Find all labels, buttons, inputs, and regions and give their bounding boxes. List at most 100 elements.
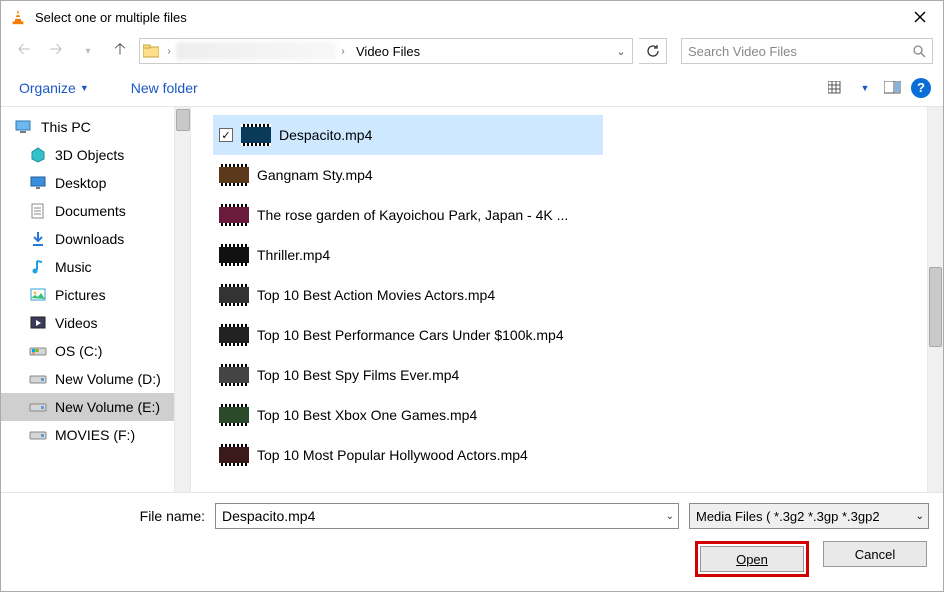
- file-name: Top 10 Best Performance Cars Under $100k…: [257, 327, 564, 343]
- video-thumbnail-icon: [219, 404, 249, 426]
- filename-input[interactable]: Despacito.mp4 ⌄: [215, 503, 679, 529]
- file-row[interactable]: Top 10 Best Performance Cars Under $100k…: [213, 315, 927, 355]
- folder-icon: [29, 202, 47, 220]
- file-row[interactable]: Top 10 Best Xbox One Games.mp4: [213, 395, 927, 435]
- file-name: Top 10 Most Popular Hollywood Actors.mp4: [257, 447, 528, 463]
- sidebar-item[interactable]: New Volume (E:): [1, 393, 190, 421]
- new-folder-button[interactable]: New folder: [125, 76, 204, 100]
- sidebar-item[interactable]: Downloads: [1, 225, 190, 253]
- file-open-dialog: Select one or multiple files 🡠 🡢 ▾ 🡡 › ›…: [0, 0, 944, 592]
- sidebar-item-label: 3D Objects: [55, 147, 124, 163]
- sidebar-item-label: Music: [55, 259, 92, 275]
- refresh-button[interactable]: [639, 38, 667, 64]
- preview-pane-button[interactable]: [879, 76, 907, 100]
- chevron-down-icon[interactable]: ⌄: [666, 511, 674, 522]
- sidebar-item-label: MOVIES (F:): [55, 427, 135, 443]
- nav-sidebar: This PC 3D Objects Desktop Documents Downloa…: [1, 107, 191, 492]
- scrollbar-thumb[interactable]: [176, 109, 190, 131]
- sidebar-item[interactable]: Music: [1, 253, 190, 281]
- sidebar-item-label: New Volume (E:): [55, 399, 160, 415]
- view-options-button[interactable]: [823, 76, 851, 100]
- video-thumbnail-icon: [241, 124, 271, 146]
- video-thumbnail-icon: [219, 204, 249, 226]
- pc-icon: [15, 118, 33, 136]
- folder-icon: [29, 314, 47, 332]
- folder-icon: [140, 44, 162, 58]
- back-button[interactable]: 🡠: [11, 38, 37, 64]
- cancel-button[interactable]: Cancel: [823, 541, 927, 567]
- path-segment-hidden: [176, 42, 336, 60]
- help-button[interactable]: ?: [911, 78, 931, 98]
- search-placeholder: Search Video Files: [688, 44, 912, 59]
- folder-icon: [29, 342, 47, 360]
- file-name: Thriller.mp4: [257, 247, 330, 263]
- sidebar-item-this-pc[interactable]: This PC: [1, 113, 190, 141]
- sidebar-item-label: Videos: [55, 315, 98, 331]
- sidebar-item-label: Desktop: [55, 175, 106, 191]
- sidebar-item[interactable]: Videos: [1, 309, 190, 337]
- video-thumbnail-icon: [219, 364, 249, 386]
- file-row[interactable]: Gangnam Sty.mp4: [213, 155, 927, 195]
- file-row[interactable]: The rose garden of Kayoichou Park, Japan…: [213, 195, 927, 235]
- folder-icon: [29, 370, 47, 388]
- video-thumbnail-icon: [219, 444, 249, 466]
- window-title: Select one or multiple files: [35, 10, 897, 25]
- sidebar-item[interactable]: 3D Objects: [1, 141, 190, 169]
- address-dropdown[interactable]: ⌄: [610, 45, 632, 58]
- video-thumbnail-icon: [219, 284, 249, 306]
- filename-label: File name:: [15, 508, 205, 524]
- organize-menu[interactable]: Organize▼: [13, 76, 95, 100]
- file-row[interactable]: Top 10 Most Popular Hollywood Actors.mp4: [213, 435, 927, 475]
- close-button[interactable]: [897, 1, 943, 33]
- sidebar-item[interactable]: Desktop: [1, 169, 190, 197]
- file-list-pane: ✓ Despacito.mp4 Gangnam Sty.mp4 The rose ga…: [191, 107, 943, 492]
- folder-icon: [29, 426, 47, 444]
- sidebar-scrollbar[interactable]: [174, 107, 190, 492]
- sidebar-item-label: Documents: [55, 203, 126, 219]
- sidebar-item[interactable]: New Volume (D:): [1, 365, 190, 393]
- breadcrumb-current[interactable]: Video Files: [350, 44, 426, 59]
- recent-dropdown[interactable]: ▾: [75, 38, 101, 64]
- search-input[interactable]: Search Video Files: [681, 38, 933, 64]
- sidebar-item-label: Downloads: [55, 231, 124, 247]
- chevron-right-icon: ›: [336, 46, 350, 57]
- titlebar: Select one or multiple files: [1, 1, 943, 33]
- toolbar: Organize▼ New folder ▼ ?: [1, 69, 943, 107]
- sidebar-item[interactable]: Documents: [1, 197, 190, 225]
- vlc-icon: [9, 8, 27, 26]
- filetype-filter[interactable]: Media Files ( *.3g2 *.3gp *.3gp2 ⌄: [689, 503, 929, 529]
- sidebar-item[interactable]: MOVIES (F:): [1, 421, 190, 449]
- video-thumbnail-icon: [219, 244, 249, 266]
- sidebar-item-label: This PC: [41, 119, 91, 135]
- up-button[interactable]: 🡡: [107, 38, 133, 64]
- file-row[interactable]: Thriller.mp4: [213, 235, 927, 275]
- open-highlight: Open: [695, 541, 809, 577]
- sidebar-item[interactable]: OS (C:): [1, 337, 190, 365]
- filepane-scrollbar[interactable]: [927, 107, 943, 492]
- address-bar[interactable]: › › Video Files ⌄: [139, 38, 633, 64]
- file-row[interactable]: ✓ Despacito.mp4: [213, 115, 603, 155]
- file-name: Top 10 Best Spy Films Ever.mp4: [257, 367, 459, 383]
- sidebar-item-label: OS (C:): [55, 343, 102, 359]
- file-row[interactable]: Top 10 Best Action Movies Actors.mp4: [213, 275, 927, 315]
- scrollbar-thumb[interactable]: [929, 267, 942, 347]
- nav-row: 🡠 🡢 ▾ 🡡 › › Video Files ⌄ Search Video F…: [1, 33, 943, 69]
- folder-icon: [29, 398, 47, 416]
- forward-button[interactable]: 🡢: [43, 38, 69, 64]
- folder-icon: [29, 230, 47, 248]
- chevron-right-icon: ›: [162, 46, 176, 57]
- view-dropdown[interactable]: ▼: [851, 76, 879, 100]
- chevron-down-icon[interactable]: ⌄: [916, 511, 924, 522]
- file-name: The rose garden of Kayoichou Park, Japan…: [257, 207, 568, 223]
- file-checkbox[interactable]: ✓: [219, 128, 233, 142]
- sidebar-item[interactable]: Pictures: [1, 281, 190, 309]
- filename-value: Despacito.mp4: [222, 508, 315, 524]
- file-name: Despacito.mp4: [279, 127, 372, 143]
- sidebar-item-label: New Volume (D:): [55, 371, 161, 387]
- dialog-footer: File name: Despacito.mp4 ⌄ Media Files (…: [1, 492, 943, 591]
- file-row[interactable]: Top 10 Best Spy Films Ever.mp4: [213, 355, 927, 395]
- folder-icon: [29, 174, 47, 192]
- search-icon: [912, 44, 926, 58]
- open-button[interactable]: Open: [700, 546, 804, 572]
- sidebar-item-label: Pictures: [55, 287, 106, 303]
